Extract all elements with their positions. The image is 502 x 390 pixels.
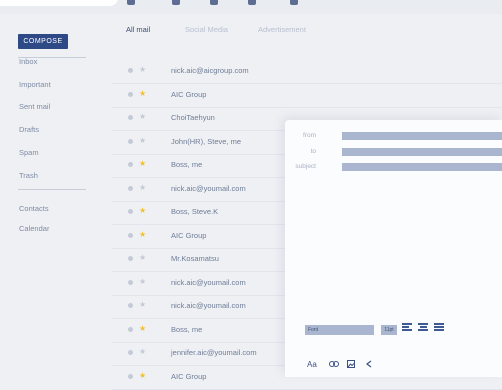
select-checkbox[interactable] bbox=[128, 232, 133, 238]
email-sender: jennifer.aic@youmail.com bbox=[171, 348, 257, 357]
compose-window: from to subject Font 11pt Aa bbox=[285, 120, 502, 377]
select-checkbox[interactable] bbox=[128, 115, 133, 120]
tab-advertisement[interactable]: Advertisement bbox=[258, 25, 306, 34]
star-icon[interactable]: ★ bbox=[139, 88, 146, 100]
to-label: to bbox=[310, 148, 316, 155]
toolbar-icon-3[interactable] bbox=[210, 0, 218, 5]
toolbar-icon-1[interactable] bbox=[127, 0, 135, 5]
select-checkbox[interactable] bbox=[128, 68, 133, 73]
sidebar-item-calendar[interactable]: Calendar bbox=[19, 224, 49, 233]
link-icon[interactable] bbox=[329, 360, 339, 369]
tab-social-media[interactable]: Social Media bbox=[185, 25, 228, 34]
email-sender: Boss, me bbox=[171, 160, 203, 169]
email-sender: nick.aic@youmail.com bbox=[171, 183, 246, 193]
star-icon[interactable]: ★ bbox=[139, 252, 146, 264]
font-size-select[interactable]: 11pt bbox=[381, 325, 397, 335]
from-field[interactable] bbox=[342, 132, 502, 140]
select-checkbox[interactable] bbox=[128, 185, 133, 191]
star-icon[interactable]: ★ bbox=[139, 182, 146, 194]
email-sender: nick.aic@youmail.com bbox=[171, 301, 246, 310]
sidebar-item-inbox[interactable]: Inbox bbox=[19, 57, 37, 66]
star-icon[interactable]: ★ bbox=[139, 205, 146, 217]
email-sender: Mr.Kosamatsu bbox=[171, 254, 219, 263]
subject-field[interactable] bbox=[342, 163, 502, 171]
sidebar-item-contacts[interactable]: Contacts bbox=[19, 204, 49, 213]
star-icon[interactable]: ★ bbox=[139, 64, 146, 76]
sidebar-item-trash[interactable]: Trash bbox=[19, 171, 38, 180]
sidebar-item-sent[interactable]: Sent mail bbox=[19, 102, 50, 111]
star-icon[interactable]: ★ bbox=[139, 135, 146, 147]
select-checkbox[interactable] bbox=[128, 326, 133, 332]
font-select[interactable]: Font bbox=[305, 325, 374, 335]
compose-button[interactable]: COMPOSE bbox=[18, 34, 68, 49]
tab-all-mail[interactable]: All mail bbox=[126, 25, 150, 34]
star-icon[interactable]: ★ bbox=[139, 346, 146, 358]
email-sender: AIC Group bbox=[171, 89, 207, 99]
select-checkbox[interactable] bbox=[128, 138, 133, 144]
email-sender: nick.aic@aicgroup.com bbox=[171, 66, 249, 75]
star-icon[interactable]: ★ bbox=[139, 276, 146, 288]
email-sender: Boss, Steve.K bbox=[171, 207, 219, 216]
email-sender: ChoiTaehyun bbox=[171, 113, 215, 122]
toolbar-icon-5[interactable] bbox=[290, 0, 298, 5]
share-icon[interactable] bbox=[365, 360, 373, 370]
sidebar-item-drafts[interactable]: Drafts bbox=[19, 125, 39, 134]
subject-label: subject bbox=[295, 163, 316, 170]
email-row[interactable]: ★ nick.aic@aicgroup.com bbox=[112, 60, 502, 84]
sidebar-item-spam[interactable]: Spam bbox=[19, 148, 39, 157]
email-sender: AIC Group bbox=[171, 230, 207, 240]
star-icon[interactable]: ★ bbox=[139, 370, 146, 382]
align-center-icon[interactable] bbox=[418, 323, 428, 333]
sidebar-divider bbox=[18, 189, 86, 190]
select-checkbox[interactable] bbox=[128, 209, 133, 214]
star-icon[interactable]: ★ bbox=[139, 158, 146, 170]
image-icon[interactable] bbox=[347, 360, 355, 370]
select-checkbox[interactable] bbox=[128, 350, 133, 355]
sidebar: COMPOSE Inbox Important Sent mail Drafts… bbox=[0, 14, 112, 377]
top-toolbar bbox=[0, 0, 502, 14]
select-checkbox[interactable] bbox=[128, 162, 133, 167]
select-checkbox[interactable] bbox=[128, 279, 133, 285]
email-row[interactable]: ★ AIC Group bbox=[112, 84, 502, 108]
select-checkbox[interactable] bbox=[128, 373, 133, 379]
align-justify-icon[interactable] bbox=[434, 323, 444, 333]
sidebar-item-important[interactable]: Important bbox=[19, 80, 51, 89]
star-icon[interactable]: ★ bbox=[139, 299, 146, 311]
from-label: from bbox=[303, 132, 316, 139]
email-sender: AIC Group bbox=[171, 371, 207, 381]
star-icon[interactable]: ★ bbox=[139, 229, 146, 241]
toolbar-icon-4[interactable] bbox=[248, 0, 256, 5]
select-checkbox[interactable] bbox=[128, 91, 133, 97]
toolbar-icon-2[interactable] bbox=[172, 0, 180, 5]
select-checkbox[interactable] bbox=[128, 256, 133, 261]
select-checkbox[interactable] bbox=[128, 303, 133, 308]
star-icon[interactable]: ★ bbox=[139, 323, 146, 335]
email-sender: Boss, me bbox=[171, 324, 203, 334]
email-sender: nick.aic@youmail.com bbox=[171, 277, 246, 287]
text-format-icon[interactable]: Aa bbox=[307, 360, 317, 369]
align-left-icon[interactable] bbox=[402, 323, 412, 333]
to-field[interactable] bbox=[342, 148, 502, 156]
star-icon[interactable]: ★ bbox=[139, 111, 146, 123]
email-sender: John(HR), Steve, me bbox=[171, 136, 242, 146]
search-area[interactable] bbox=[0, 0, 118, 6]
